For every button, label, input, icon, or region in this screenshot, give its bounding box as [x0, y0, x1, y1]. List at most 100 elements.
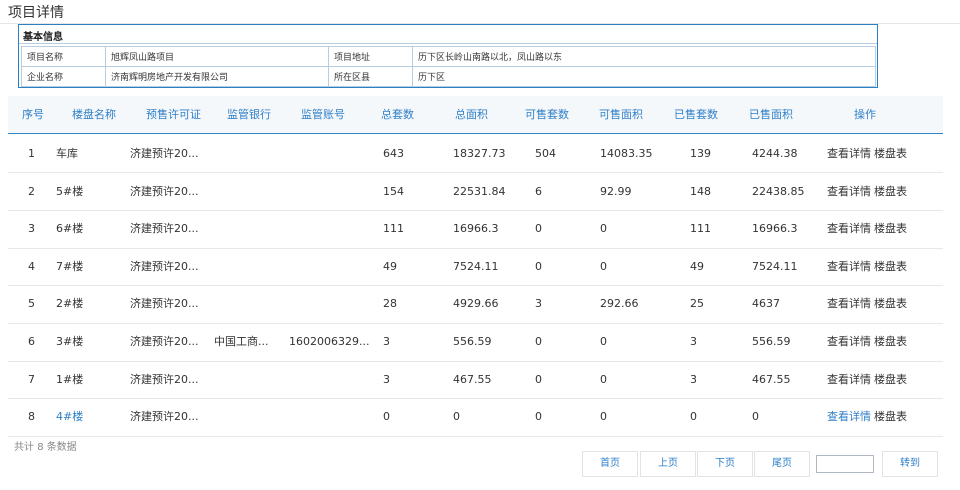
row-total-units: 643 — [383, 147, 404, 160]
view-details-link[interactable]: 查看详情 — [827, 221, 871, 237]
row-no: 7 — [28, 373, 35, 386]
row-no: 4 — [28, 260, 35, 273]
row-sold-area: 22438.85 — [752, 185, 805, 198]
row-bank: 中国工商... — [214, 335, 269, 348]
total-prefix: 共计 — [14, 442, 34, 453]
row-sold-units: 0 — [690, 410, 697, 423]
total-suffix: 条数据 — [46, 442, 77, 453]
building-table-link[interactable]: 楼盘表 — [874, 296, 907, 312]
row-presale-permit: 济建预许20... — [130, 410, 199, 423]
row-sold-units: 3 — [690, 335, 697, 348]
column-header-account: 监管账号 — [301, 108, 345, 121]
view-details-link[interactable]: 查看详情 — [827, 296, 871, 312]
row-no: 6 — [28, 335, 35, 348]
row-divider — [8, 172, 943, 173]
row-divider — [8, 285, 943, 286]
row-presale-permit: 济建预许20... — [130, 260, 199, 273]
building-table-link[interactable]: 楼盘表 — [874, 334, 907, 350]
column-header-building-name: 楼盘名称 — [72, 108, 116, 121]
row-divider — [8, 248, 943, 249]
row-total-area: 22531.84 — [453, 185, 506, 198]
row-total-units: 3 — [383, 373, 390, 386]
row-available-area: 0 — [600, 222, 607, 235]
row-presale-permit: 济建预许20... — [130, 297, 199, 310]
row-available-units: 504 — [535, 147, 556, 160]
column-header-bank: 监管银行 — [227, 108, 271, 121]
row-available-units: 6 — [535, 185, 542, 198]
row-presale-permit: 济建预许20... — [130, 147, 199, 160]
view-details-link[interactable]: 查看详情 — [827, 259, 871, 275]
row-building-name-link[interactable]: 4#楼 — [56, 409, 83, 425]
row-total-units: 3 — [383, 335, 390, 348]
info-label-company-name: 企业名称 — [21, 66, 106, 87]
building-table-link[interactable]: 楼盘表 — [874, 146, 907, 162]
column-header-total-units: 总套数 — [381, 108, 414, 121]
info-row: 项目名称 旭辉凤山路项目 项目地址 历下区长岭山南路以北，凤山路以东 — [21, 46, 876, 67]
info-label-project-name: 项目名称 — [21, 46, 106, 67]
jump-page-input[interactable] — [816, 455, 874, 473]
prev-page-button[interactable]: 上页 — [640, 451, 696, 477]
row-available-area: 0 — [600, 373, 607, 386]
info-value-company-name: 济南辉明房地产开发有限公司 — [105, 66, 329, 87]
row-total-units: 49 — [383, 260, 397, 273]
row-building-name: 7#楼 — [56, 260, 84, 273]
row-available-area: 0 — [600, 410, 607, 423]
row-divider — [8, 323, 943, 324]
row-divider — [8, 436, 943, 437]
view-details-link[interactable]: 查看详情 — [827, 409, 871, 425]
column-header-sold-units: 已售套数 — [674, 108, 718, 121]
info-value-project-name: 旭辉凤山路项目 — [105, 46, 329, 67]
column-header-available-area: 可售面积 — [599, 108, 643, 121]
view-details-link[interactable]: 查看详情 — [827, 146, 871, 162]
column-header-total-area: 总面积 — [455, 108, 488, 121]
building-table-link[interactable]: 楼盘表 — [874, 221, 907, 237]
row-available-area: 292.66 — [600, 297, 639, 310]
row-total-units: 28 — [383, 297, 397, 310]
row-sold-area: 4244.38 — [752, 147, 798, 160]
row-sold-units: 148 — [690, 185, 711, 198]
row-no: 2 — [28, 185, 35, 198]
row-divider — [8, 361, 943, 362]
column-header-no: 序号 — [22, 108, 44, 121]
row-available-area: 14083.35 — [600, 147, 653, 160]
row-sold-area: 556.59 — [752, 335, 791, 348]
first-page-button[interactable]: 首页 — [582, 451, 638, 477]
column-header-presale-permit: 预售许可证 — [146, 108, 201, 121]
building-table-link[interactable]: 楼盘表 — [874, 259, 907, 275]
basic-info-panel: 基本信息 项目名称 旭辉凤山路项目 项目地址 历下区长岭山南路以北，凤山路以东 … — [18, 24, 878, 88]
info-label-district: 所在区县 — [328, 66, 413, 87]
go-button[interactable]: 转到 — [882, 451, 938, 477]
row-account: 1602006329... — [289, 335, 370, 348]
total-count: 8 — [37, 442, 44, 453]
row-sold-units: 3 — [690, 373, 697, 386]
row-building-name: 1#楼 — [56, 373, 84, 386]
page-title: 项目详情 — [8, 5, 64, 21]
row-sold-area: 0 — [752, 410, 759, 423]
column-header-sold-area: 已售面积 — [749, 108, 793, 121]
row-total-units: 111 — [383, 222, 404, 235]
info-value-project-address: 历下区长岭山南路以北，凤山路以东 — [412, 46, 876, 67]
row-total-area: 7524.11 — [453, 260, 499, 273]
next-page-button[interactable]: 下页 — [697, 451, 753, 477]
view-details-link[interactable]: 查看详情 — [827, 372, 871, 388]
building-table-link[interactable]: 楼盘表 — [874, 372, 907, 388]
last-page-button[interactable]: 尾页 — [754, 451, 810, 477]
row-total-area: 556.59 — [453, 335, 492, 348]
row-available-area: 92.99 — [600, 185, 632, 198]
info-row: 企业名称 济南辉明房地产开发有限公司 所在区县 历下区 — [21, 66, 876, 87]
row-available-area: 0 — [600, 260, 607, 273]
row-divider — [8, 398, 943, 399]
building-table-link[interactable]: 楼盘表 — [874, 409, 907, 425]
building-table-link[interactable]: 楼盘表 — [874, 184, 907, 200]
row-total-area: 18327.73 — [453, 147, 506, 160]
row-available-units: 0 — [535, 222, 542, 235]
view-details-link[interactable]: 查看详情 — [827, 334, 871, 350]
row-building-name: 车库 — [56, 147, 78, 160]
row-available-area: 0 — [600, 335, 607, 348]
row-presale-permit: 济建预许20... — [130, 222, 199, 235]
row-total-area: 4929.66 — [453, 297, 499, 310]
row-no: 5 — [28, 297, 35, 310]
row-available-units: 3 — [535, 297, 542, 310]
view-details-link[interactable]: 查看详情 — [827, 184, 871, 200]
row-sold-area: 467.55 — [752, 373, 791, 386]
